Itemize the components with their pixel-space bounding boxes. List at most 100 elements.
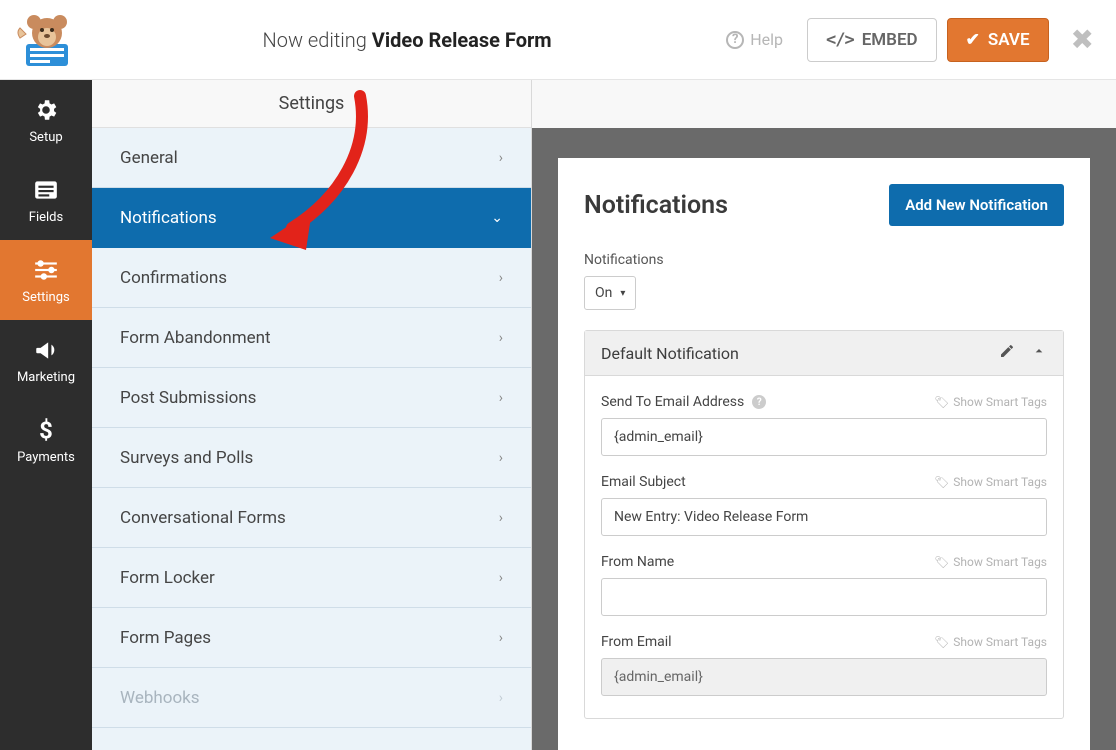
add-notification-button[interactable]: Add New Notification bbox=[889, 184, 1064, 226]
toggle-label: Notifications bbox=[584, 252, 1064, 268]
editing-title: Now editing Video Release Form bbox=[102, 28, 712, 52]
rail-setup-label: Setup bbox=[29, 130, 62, 145]
notifications-toggle[interactable]: On ▾ bbox=[584, 276, 636, 310]
help-link[interactable]: ? Help bbox=[726, 30, 783, 49]
smart-tags-label: Show Smart Tags bbox=[953, 555, 1047, 569]
smart-tags-label: Show Smart Tags bbox=[953, 395, 1047, 409]
settings-list: General › Notifications ⌄ Confirmations › F… bbox=[92, 128, 531, 750]
help-icon: ? bbox=[726, 31, 744, 49]
settings-item-label: Post Submissions bbox=[120, 388, 256, 408]
settings-item-label: Confirmations bbox=[120, 268, 227, 288]
notifications-panel: Notifications Add New Notification Notif… bbox=[558, 158, 1090, 750]
top-bar: Now editing Video Release Form ? Help </… bbox=[0, 0, 1116, 80]
settings-item-label: Webhooks bbox=[120, 688, 200, 708]
from-name-label: From Name bbox=[601, 554, 674, 570]
tag-icon: 🏷 bbox=[934, 555, 949, 569]
settings-item-label: Form Abandonment bbox=[120, 328, 271, 348]
rail-fields[interactable]: Fields bbox=[0, 160, 92, 240]
gear-icon bbox=[32, 96, 60, 124]
save-label: SAVE bbox=[988, 30, 1030, 50]
rail-marketing-label: Marketing bbox=[17, 370, 75, 385]
tag-icon: 🏷 bbox=[934, 635, 949, 649]
rail-settings[interactable]: Settings bbox=[0, 240, 92, 320]
rail-payments[interactable]: $ Payments bbox=[0, 400, 92, 480]
settings-item-label: General bbox=[120, 148, 178, 168]
settings-item-form-locker[interactable]: Form Locker › bbox=[92, 548, 531, 608]
dollar-icon: $ bbox=[32, 416, 60, 444]
notification-card: Default Notification Send To Email Addre… bbox=[584, 330, 1064, 719]
sidebar-rail: Setup Fields Settings Marketing $ Paymen… bbox=[0, 80, 92, 750]
subject-input[interactable] bbox=[601, 498, 1047, 536]
chevron-right-icon: › bbox=[499, 450, 503, 466]
list-icon bbox=[32, 176, 60, 204]
save-button[interactable]: ✔ SAVE bbox=[947, 18, 1049, 62]
pencil-icon bbox=[999, 343, 1015, 359]
bullhorn-icon bbox=[32, 336, 60, 364]
settings-item-notifications[interactable]: Notifications ⌄ bbox=[92, 188, 531, 248]
settings-item-webhooks[interactable]: Webhooks › bbox=[92, 668, 531, 728]
chevron-down-icon: ⌄ bbox=[491, 210, 503, 226]
smart-tags-label: Show Smart Tags bbox=[953, 475, 1047, 489]
label-text: Send To Email Address bbox=[601, 394, 744, 410]
settings-item-label: Surveys and Polls bbox=[120, 448, 253, 468]
chevron-right-icon: › bbox=[499, 330, 503, 346]
form-name: Video Release Form bbox=[372, 28, 552, 52]
rail-marketing[interactable]: Marketing bbox=[0, 320, 92, 400]
settings-heading: Settings bbox=[92, 80, 531, 128]
toggle-value: On bbox=[595, 285, 612, 301]
tag-icon: 🏷 bbox=[934, 395, 949, 409]
panel-title: Notifications bbox=[584, 191, 728, 220]
smart-tags-link[interactable]: 🏷 Show Smart Tags bbox=[934, 395, 1047, 409]
collapse-button[interactable] bbox=[1031, 343, 1047, 363]
smart-tags-link[interactable]: 🏷 Show Smart Tags bbox=[934, 555, 1047, 569]
smart-tags-label: Show Smart Tags bbox=[953, 635, 1047, 649]
rail-settings-label: Settings bbox=[22, 290, 69, 305]
from-email-input[interactable] bbox=[601, 658, 1047, 696]
settings-item-post-submissions[interactable]: Post Submissions › bbox=[92, 368, 531, 428]
chevron-right-icon: › bbox=[499, 630, 503, 646]
chevron-right-icon: › bbox=[499, 510, 503, 526]
card-title: Default Notification bbox=[601, 344, 983, 363]
preview-area: Notifications Add New Notification Notif… bbox=[532, 80, 1116, 750]
edit-button[interactable] bbox=[999, 343, 1015, 363]
settings-item-form-abandonment[interactable]: Form Abandonment › bbox=[92, 308, 531, 368]
settings-item-conversational-forms[interactable]: Conversational Forms › bbox=[92, 488, 531, 548]
preview-head-spacer bbox=[532, 80, 1116, 128]
chevron-down-icon: ▾ bbox=[620, 288, 625, 299]
rail-setup[interactable]: Setup bbox=[0, 80, 92, 160]
close-button[interactable]: ✖ bbox=[1071, 23, 1094, 56]
chevron-right-icon: › bbox=[499, 570, 503, 586]
chevron-right-icon: › bbox=[499, 270, 503, 286]
from-email-label: From Email bbox=[601, 634, 672, 650]
chevron-right-icon: › bbox=[499, 390, 503, 406]
settings-column: Settings General › Notifications ⌄ Confirm… bbox=[92, 80, 532, 750]
code-icon: </> bbox=[826, 30, 854, 50]
settings-item-label: Form Pages bbox=[120, 628, 211, 648]
smart-tags-link[interactable]: 🏷 Show Smart Tags bbox=[934, 475, 1047, 489]
subject-label: Email Subject bbox=[601, 474, 686, 490]
settings-item-general[interactable]: General › bbox=[92, 128, 531, 188]
smart-tags-link[interactable]: 🏷 Show Smart Tags bbox=[934, 635, 1047, 649]
card-header: Default Notification bbox=[585, 331, 1063, 376]
settings-item-label: Notifications bbox=[120, 208, 217, 228]
embed-button[interactable]: </> EMBED bbox=[807, 18, 937, 62]
sliders-icon bbox=[32, 256, 60, 284]
chevron-right-icon: › bbox=[499, 150, 503, 166]
send-to-input[interactable] bbox=[601, 418, 1047, 456]
settings-item-label: Conversational Forms bbox=[120, 508, 286, 528]
embed-label: EMBED bbox=[862, 30, 918, 50]
help-label: Help bbox=[750, 30, 783, 49]
tag-icon: 🏷 bbox=[934, 475, 949, 489]
app-logo bbox=[12, 10, 82, 70]
now-editing-label: Now editing bbox=[263, 28, 367, 52]
settings-item-form-pages[interactable]: Form Pages › bbox=[92, 608, 531, 668]
settings-item-label: Form Locker bbox=[120, 568, 215, 588]
from-name-input[interactable] bbox=[601, 578, 1047, 616]
check-icon: ✔ bbox=[966, 30, 980, 50]
send-to-label: Send To Email Address? bbox=[601, 394, 766, 410]
chevron-right-icon: › bbox=[499, 690, 503, 706]
rail-fields-label: Fields bbox=[29, 210, 63, 225]
help-icon[interactable]: ? bbox=[752, 395, 766, 409]
settings-item-confirmations[interactable]: Confirmations › bbox=[92, 248, 531, 308]
settings-item-surveys-polls[interactable]: Surveys and Polls › bbox=[92, 428, 531, 488]
